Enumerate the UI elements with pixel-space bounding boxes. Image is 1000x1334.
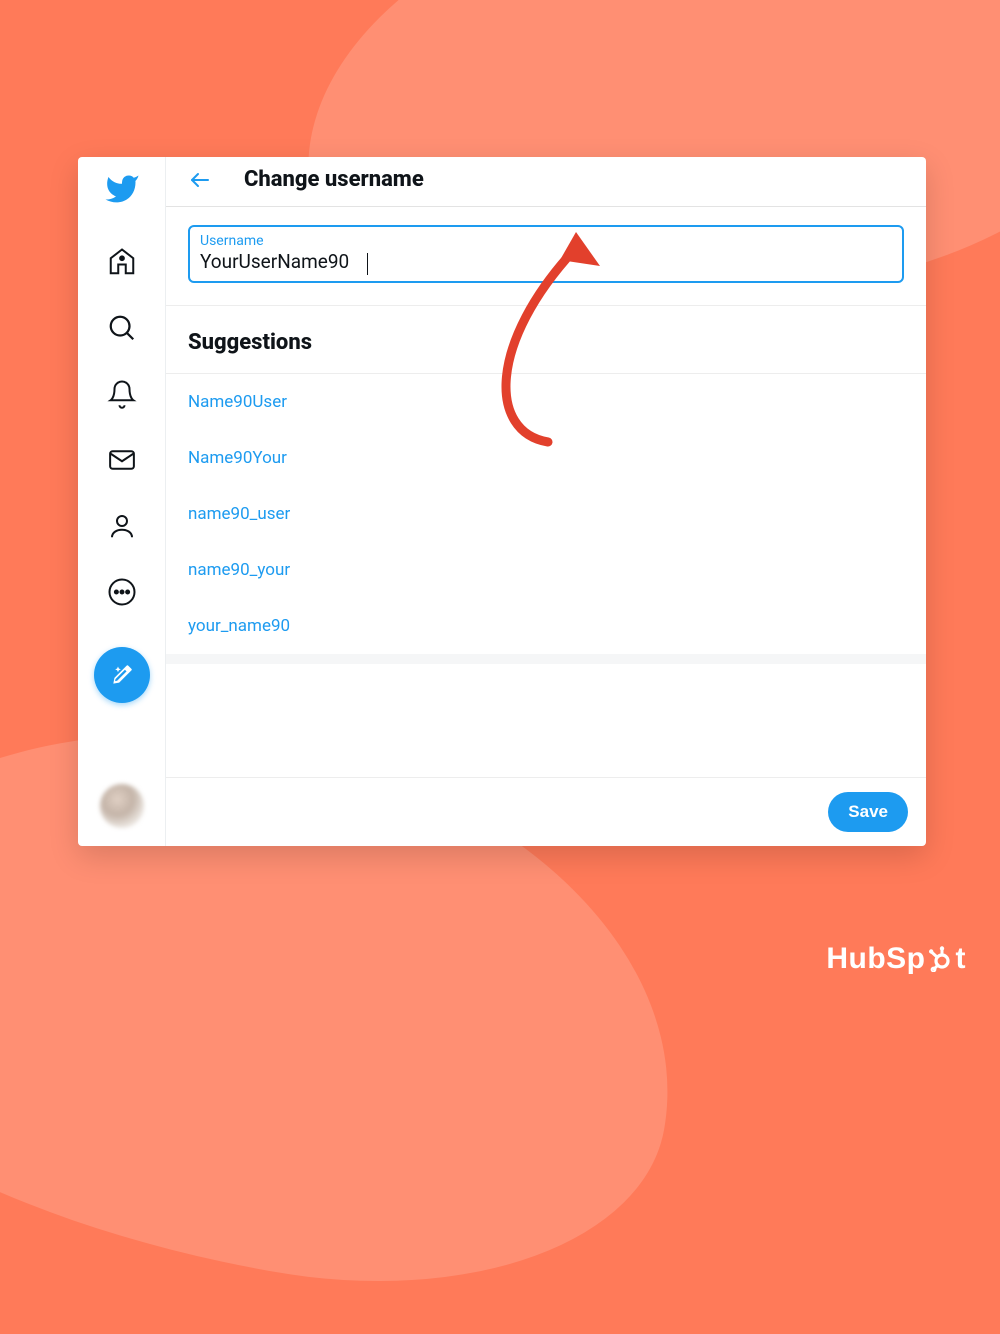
page-title: Change username — [244, 167, 424, 192]
messages-icon[interactable] — [107, 445, 137, 475]
hubspot-logo: HubSp t — [826, 942, 966, 976]
app-card: Change username Username Suggestions Nam… — [78, 157, 926, 846]
compose-tweet-button[interactable] — [94, 647, 150, 703]
twitter-logo-icon[interactable] — [104, 171, 140, 207]
suggestions-section: Suggestions Name90User Name90Your name90… — [166, 306, 926, 664]
hubspot-logo-text: HubSp — [826, 942, 925, 976]
suggestions-heading: Suggestions — [166, 306, 926, 374]
username-field-section: Username — [166, 207, 926, 306]
account-avatar[interactable] — [100, 784, 144, 828]
content-header: Change username — [166, 157, 926, 207]
save-button[interactable]: Save — [828, 792, 908, 832]
username-input[interactable] — [200, 250, 892, 273]
suggestion-item[interactable]: Name90User — [166, 374, 926, 430]
more-icon[interactable] — [107, 577, 137, 607]
main-content: Change username Username Suggestions Nam… — [166, 157, 926, 846]
suggestion-item[interactable]: Name90Your — [166, 430, 926, 486]
footer: Save — [166, 777, 926, 846]
profile-icon[interactable] — [107, 511, 137, 541]
suggestion-item[interactable]: name90_user — [166, 486, 926, 542]
suggestion-item[interactable]: your_name90 — [166, 598, 926, 654]
search-icon[interactable] — [107, 313, 137, 343]
hubspot-sprocket-icon — [929, 946, 953, 972]
home-icon[interactable] — [107, 247, 137, 277]
username-field[interactable]: Username — [188, 225, 904, 283]
sidebar — [78, 157, 166, 846]
username-field-label: Username — [200, 233, 892, 249]
text-caret — [367, 253, 368, 275]
suggestion-item[interactable]: name90_your — [166, 542, 926, 598]
notifications-icon[interactable] — [107, 379, 137, 409]
hubspot-logo-text: t — [956, 942, 967, 976]
back-button[interactable] — [188, 168, 212, 192]
